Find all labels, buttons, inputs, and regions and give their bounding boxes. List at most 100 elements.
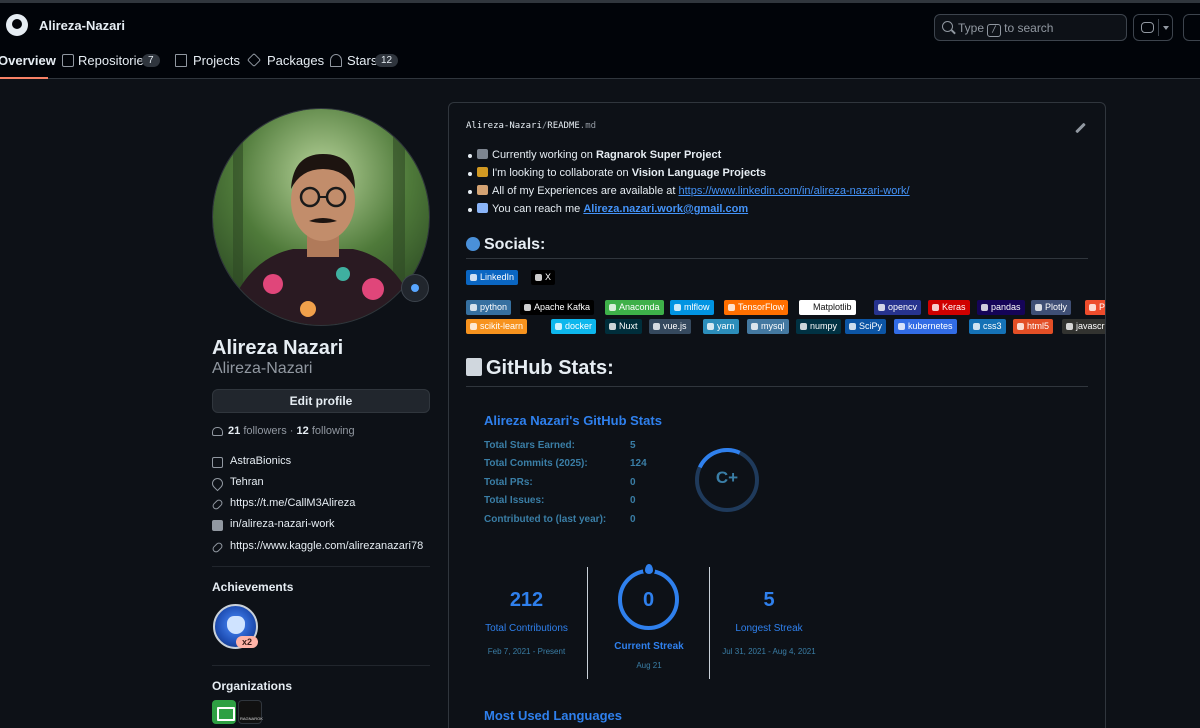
stat-label: Total Stars Earned:	[484, 440, 575, 451]
badge-linkedin[interactable]: LinkedIn	[466, 270, 519, 285]
people-holding-hands-icon	[477, 167, 488, 177]
list-item: All of my Experiences are available at h…	[468, 185, 910, 197]
badge-scipy[interactable]: SciPy	[845, 319, 887, 334]
stat-value: 124	[630, 458, 647, 469]
badge-logo-icon	[674, 304, 681, 311]
badge-keras[interactable]: Keras	[928, 300, 970, 315]
stat-value: 0	[630, 514, 636, 525]
edit-pencil-icon[interactable]	[1075, 122, 1086, 134]
badge-logo-icon	[524, 304, 531, 311]
badge-numpy[interactable]: numpy	[796, 319, 842, 334]
stat-value: 5	[630, 440, 636, 451]
organization-avatar-1[interactable]	[212, 700, 236, 724]
active-tab-indicator	[0, 77, 48, 79]
chevron-down-icon[interactable]	[1163, 26, 1169, 30]
email-link[interactable]: Alireza.nazari.work@gmail.com	[583, 203, 748, 215]
global-header: Alireza-Nazari Type / to search Overview…	[0, 3, 1200, 79]
badge-logo-icon	[1017, 323, 1024, 330]
bar-chart-icon	[466, 358, 482, 376]
badge-css3[interactable]: css3	[969, 319, 1006, 334]
readme-path: Alireza-Nazari/README.md	[466, 121, 597, 131]
badge-nuxt[interactable]: Nuxt	[605, 319, 642, 334]
status-emoji-button[interactable]	[401, 274, 429, 302]
current-streak-label: Current Streak	[614, 641, 684, 652]
badge-apache-kafka[interactable]: Apache Kafka	[520, 300, 595, 315]
total-contributions-range: Feb 7, 2021 - Present	[487, 647, 566, 656]
badge-pytorch[interactable]: PyTorch	[1085, 300, 1105, 315]
badge-logo-icon	[470, 274, 477, 281]
badge-matplotlib[interactable]: Matplotlib	[799, 300, 856, 315]
total-contributions-label: Total Contributions	[485, 623, 568, 634]
badge-mlflow[interactable]: mlflow	[670, 300, 714, 315]
badge-logo-icon	[800, 323, 807, 330]
badge-logo-icon	[609, 323, 616, 330]
badge-opencv[interactable]: opencv	[874, 300, 922, 315]
badge-vue-js[interactable]: vue.js	[649, 319, 691, 334]
badge-mysql[interactable]: mysql	[747, 319, 789, 334]
github-logo-icon[interactable]	[6, 14, 28, 36]
header-action-button[interactable]	[1183, 14, 1200, 41]
copilot-button[interactable]	[1133, 14, 1173, 41]
badge-logo-icon	[1066, 323, 1073, 330]
badge-logo-icon	[535, 274, 542, 281]
star-icon	[330, 54, 342, 67]
badge-logo-icon	[898, 323, 905, 330]
divider	[587, 567, 588, 679]
stat-label: Total PRs:	[484, 477, 533, 488]
badge-javascript[interactable]: javascript	[1062, 319, 1105, 334]
stat-value: 0	[630, 477, 636, 488]
list-item: You can reach me Alireza.nazari.work@gma…	[467, 203, 748, 215]
badge-yarn[interactable]: yarn	[703, 319, 739, 334]
location-icon	[209, 475, 226, 492]
badge-plotly[interactable]: Plotly	[1031, 300, 1072, 315]
following-count[interactable]: 12	[297, 425, 309, 437]
profile-login: Alireza-Nazari	[212, 360, 313, 377]
search-input[interactable]: Type / to search	[934, 14, 1127, 41]
github-stats-heading: GitHub Stats:	[466, 357, 614, 380]
organization-avatar-2[interactable]: RAGNAROK	[238, 700, 263, 724]
badge-x[interactable]: X	[531, 270, 556, 285]
globe-icon	[466, 237, 480, 251]
search-icon	[942, 21, 953, 32]
badge-logo-icon	[973, 323, 980, 330]
current-streak-date: Aug 21	[636, 661, 662, 670]
most-used-languages-title: Most Used Languages	[484, 708, 622, 723]
organization-icon	[212, 457, 223, 468]
followers-count[interactable]: 21	[228, 425, 240, 437]
mail-icon	[477, 203, 488, 213]
badge-logo-icon	[707, 323, 714, 330]
header-context-username[interactable]: Alireza-Nazari	[39, 18, 125, 33]
badge-scikit-learn[interactable]: scikit-learn	[466, 319, 528, 334]
stat-label: Total Commits (2025):	[484, 458, 588, 469]
heading-rule	[466, 258, 1088, 259]
linkedin-icon	[212, 520, 223, 531]
avatar-photo	[213, 109, 429, 325]
badge-tensorflow[interactable]: TensorFlow	[724, 300, 789, 315]
badge-python[interactable]: python	[466, 300, 512, 315]
badge-html5[interactable]: html5	[1013, 319, 1054, 334]
badge-logo-icon	[609, 304, 616, 311]
badge-pandas[interactable]: pandas	[977, 300, 1025, 315]
achievements-title[interactable]: Achievements	[212, 580, 293, 594]
badge-docker[interactable]: docker	[551, 319, 597, 334]
badge-logo-icon	[728, 304, 735, 311]
linkedin-link[interactable]: https://www.linkedin.com/in/alireza-naza…	[678, 185, 909, 197]
heading-rule	[466, 386, 1088, 387]
badge-logo-icon	[470, 304, 477, 311]
list-item: Currently working on Ragnarok Super Proj…	[467, 149, 721, 161]
organizations-title: Organizations	[212, 679, 293, 693]
badge-logo-icon	[1089, 304, 1096, 311]
badge-anaconda[interactable]: Anaconda	[605, 300, 664, 315]
fire-icon	[643, 562, 655, 576]
avatar[interactable]	[212, 108, 430, 326]
socials-heading: Socials:	[466, 236, 545, 254]
edit-profile-button[interactable]: Edit profile	[212, 389, 430, 413]
badge-logo-icon	[653, 323, 660, 330]
profile-full-name: Alireza Nazari	[212, 337, 344, 359]
badge-logo-icon	[878, 304, 885, 311]
person-icon	[477, 185, 488, 195]
stars-count: 12	[375, 54, 399, 67]
stats-card-title: Alireza Nazari's GitHub Stats	[484, 413, 662, 428]
badge-logo-icon	[981, 304, 988, 311]
badge-kubernetes[interactable]: kubernetes	[894, 319, 957, 334]
